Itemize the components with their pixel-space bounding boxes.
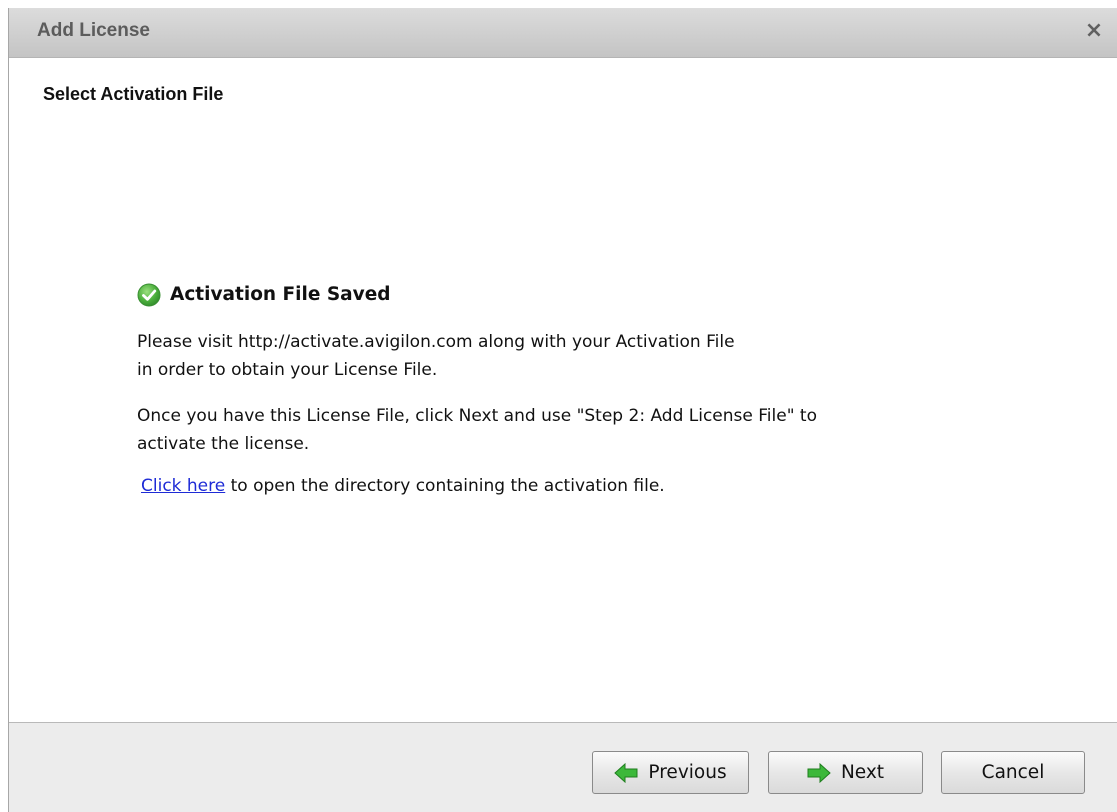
dialog-footer: Previous Next Cancel: [9, 722, 1117, 812]
arrow-left-icon: [614, 762, 638, 783]
check-circle-icon: [137, 283, 161, 307]
next-label: Next: [840, 762, 885, 783]
next-step-line-1: Once you have this License File, click N…: [137, 406, 817, 426]
next-step-paragraph: Once you have this License File, click N…: [137, 402, 1037, 458]
dialog-title: Add License: [37, 20, 150, 41]
step-title: Select Activation File: [43, 84, 224, 104]
open-directory-text: to open the directory containing the act…: [225, 476, 665, 496]
cancel-label: Cancel: [981, 762, 1045, 783]
title-bar: Add License ×: [9, 8, 1117, 58]
status-row: Activation File Saved: [137, 280, 1037, 310]
status-text: Activation File Saved: [170, 284, 391, 305]
next-step-line-2: activate the license.: [137, 434, 310, 454]
instructions-line-2: in order to obtain your License File.: [137, 360, 438, 380]
close-icon[interactable]: ×: [1079, 16, 1109, 46]
previous-label: Previous: [648, 762, 727, 783]
instructions-line-1: Please visit http://activate.avigilon.co…: [137, 332, 735, 352]
activation-content: Activation File Saved Please visit http:…: [137, 280, 1037, 500]
cancel-button[interactable]: Cancel: [941, 751, 1085, 794]
open-directory-link[interactable]: Click here: [141, 476, 225, 496]
open-directory-paragraph: Click here to open the directory contain…: [137, 472, 1037, 500]
instructions-paragraph: Please visit http://activate.avigilon.co…: [137, 328, 1037, 384]
add-license-dialog: Add License × Select Activation File Act…: [8, 8, 1117, 812]
arrow-right-icon: [807, 762, 831, 783]
previous-button[interactable]: Previous: [592, 751, 749, 794]
next-button[interactable]: Next: [768, 751, 923, 794]
